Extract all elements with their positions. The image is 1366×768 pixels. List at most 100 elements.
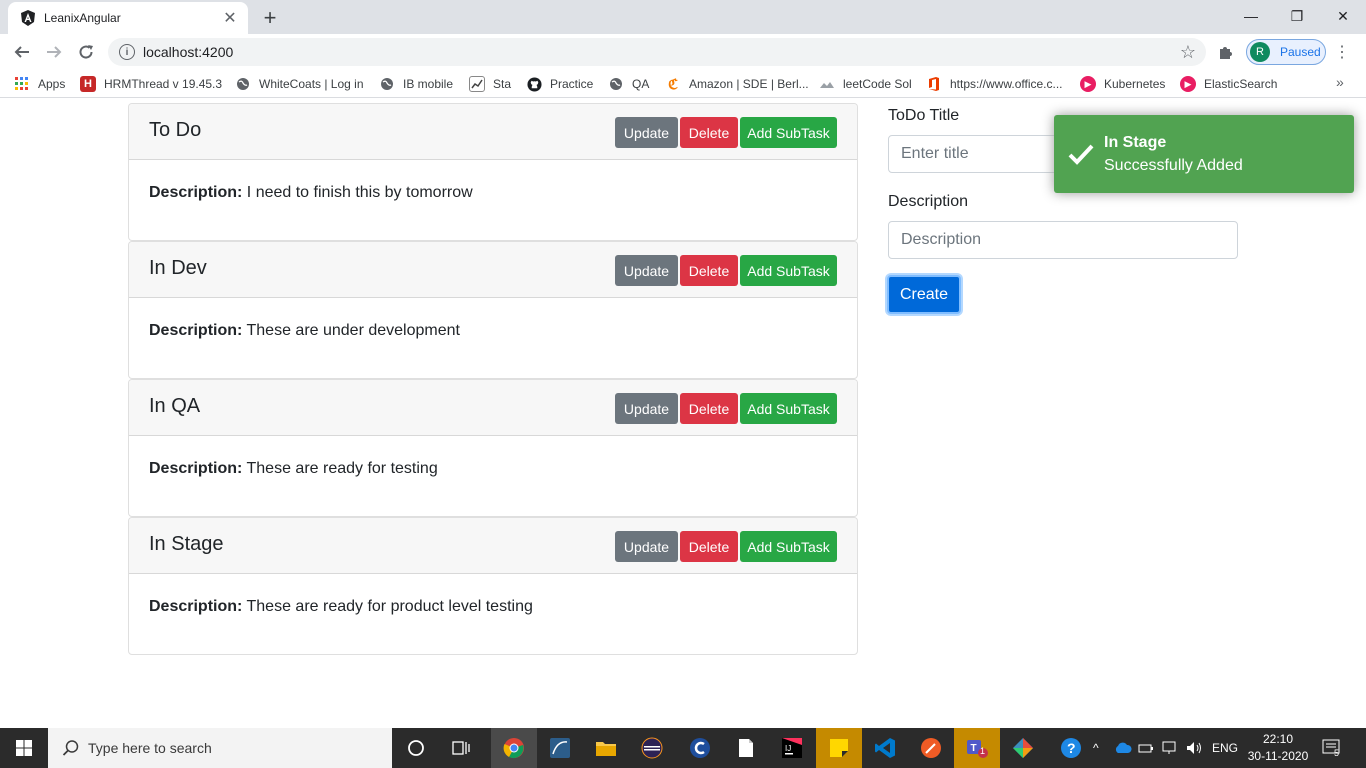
profile-button[interactable]: R Paused bbox=[1246, 39, 1326, 65]
bookmark-practice[interactable]: Practice bbox=[526, 74, 593, 94]
delete-button[interactable]: Delete bbox=[680, 117, 738, 148]
volume-icon[interactable] bbox=[1186, 728, 1204, 768]
browser-toolbar: i localhost:4200 ☆ R Paused ⋮ bbox=[0, 34, 1366, 70]
taskbar-eclipse[interactable] bbox=[629, 728, 675, 768]
back-button[interactable] bbox=[8, 38, 36, 66]
help-icon[interactable]: ? bbox=[1060, 728, 1082, 768]
tab-close-icon[interactable]: ✕ bbox=[220, 8, 240, 28]
bookmark-label: QA bbox=[632, 77, 650, 91]
forward-button[interactable] bbox=[40, 38, 68, 66]
network-icon[interactable] bbox=[1162, 728, 1180, 768]
close-window-button[interactable]: ✕ bbox=[1320, 0, 1366, 32]
create-button[interactable]: Create bbox=[887, 275, 961, 314]
taskbar-teams[interactable]: T 1 bbox=[954, 728, 1000, 768]
toast-title: In Stage bbox=[1104, 134, 1167, 151]
update-button[interactable]: Update bbox=[615, 117, 678, 148]
bookmark-label: IB mobile bbox=[403, 77, 454, 91]
taskbar-sticky-notes[interactable] bbox=[816, 728, 862, 768]
svg-text:IJ: IJ bbox=[785, 744, 791, 753]
start-button[interactable] bbox=[0, 728, 48, 768]
github-icon bbox=[526, 76, 542, 92]
notification-center-icon[interactable]: 5 bbox=[1322, 728, 1344, 768]
bookmark-office[interactable]: https://www.office.c... bbox=[926, 74, 1063, 94]
new-tab-button[interactable]: + bbox=[258, 5, 282, 30]
taskbar-git[interactable] bbox=[1000, 728, 1046, 768]
task-view-button[interactable] bbox=[439, 728, 485, 768]
browser-tab[interactable]: LeanixAngular ✕ bbox=[8, 2, 248, 34]
update-button[interactable]: Update bbox=[615, 531, 678, 562]
bookmarks-overflow-icon[interactable]: » bbox=[1336, 74, 1344, 90]
add-subtask-button[interactable]: Add SubTask bbox=[740, 117, 837, 148]
site-info-icon[interactable]: i bbox=[119, 44, 135, 60]
bookmark-elasticsearch[interactable]: ▶ ElasticSearch bbox=[1180, 74, 1277, 94]
cloud-icon bbox=[819, 76, 835, 92]
bookmark-label: HRMThread v 19.45.3 bbox=[104, 77, 223, 91]
bookmark-ib-mobile[interactable]: IB mobile bbox=[379, 74, 453, 94]
search-placeholder: Type here to search bbox=[88, 740, 212, 756]
url-text[interactable]: localhost:4200 bbox=[143, 44, 1180, 60]
extensions-puzzle-icon[interactable] bbox=[1216, 42, 1236, 62]
tray-chevron-up-icon[interactable]: ^ bbox=[1093, 728, 1099, 768]
card-description: Description: These are ready for product… bbox=[149, 598, 533, 616]
taskbar-notepad[interactable] bbox=[723, 728, 769, 768]
bookmark-label: Sta bbox=[493, 77, 512, 91]
bookmarks-bar: Apps H HRMThread v 19.45.3 WhiteCoats | … bbox=[0, 70, 1366, 98]
bookmark-whitecoats[interactable]: WhiteCoats | Log in bbox=[235, 74, 364, 94]
taskbar-vscode[interactable] bbox=[862, 728, 908, 768]
taskbar-sql-developer[interactable] bbox=[537, 728, 583, 768]
cortana-button[interactable] bbox=[393, 728, 439, 768]
toast-message: Successfully Added bbox=[1104, 157, 1243, 174]
description-text: These are under development bbox=[246, 322, 460, 339]
bookmark-sta[interactable]: Sta bbox=[469, 74, 511, 94]
bookmark-label: https://www.office.c... bbox=[950, 77, 1063, 91]
update-button[interactable]: Update bbox=[615, 255, 678, 286]
bookmark-star-icon[interactable]: ☆ bbox=[1180, 42, 1196, 63]
address-bar[interactable]: i localhost:4200 ☆ bbox=[108, 38, 1206, 66]
taskbar-chrome[interactable] bbox=[491, 728, 537, 768]
browser-menu-icon[interactable]: ⋮ bbox=[1334, 42, 1350, 62]
card-header: To Do Update Delete Add SubTask bbox=[129, 104, 857, 160]
vscode-icon bbox=[875, 738, 895, 758]
delete-button[interactable]: Delete bbox=[680, 255, 738, 286]
eclipse-icon bbox=[641, 737, 663, 759]
bookmark-amazon[interactable]: ℭ Amazon | SDE | Berl... bbox=[665, 74, 809, 94]
minimize-button[interactable]: — bbox=[1228, 0, 1274, 32]
office-icon bbox=[926, 76, 942, 92]
windows-logo-icon bbox=[16, 740, 32, 756]
taskbar-search[interactable]: Type here to search bbox=[48, 728, 392, 768]
add-subtask-button[interactable]: Add SubTask bbox=[740, 255, 837, 286]
taskbar-ccleaner[interactable] bbox=[677, 728, 723, 768]
description-label: Description bbox=[888, 193, 969, 210]
restore-button[interactable]: ❐ bbox=[1274, 0, 1320, 32]
chrome-icon bbox=[503, 738, 524, 759]
language-indicator[interactable]: ENG bbox=[1212, 728, 1238, 768]
bookmark-apps[interactable]: Apps bbox=[14, 74, 65, 94]
onedrive-icon[interactable] bbox=[1114, 728, 1132, 768]
svg-text:?: ? bbox=[1067, 740, 1076, 756]
bookmark-hrmthread[interactable]: H HRMThread v 19.45.3 bbox=[80, 74, 222, 94]
bookmark-leetcode[interactable]: leetCode Sol bbox=[819, 74, 912, 94]
card-description: Description: These are under development bbox=[149, 322, 460, 340]
add-subtask-button[interactable]: Add SubTask bbox=[740, 393, 837, 424]
success-toast[interactable]: In Stage Successfully Added bbox=[1054, 115, 1354, 193]
bookmark-qa[interactable]: QA bbox=[608, 74, 649, 94]
taskbar-intellij[interactable]: IJ bbox=[769, 728, 815, 768]
bookmark-label: Kubernetes bbox=[1104, 77, 1166, 91]
delete-button[interactable]: Delete bbox=[680, 531, 738, 562]
amazon-icon: ℭ bbox=[668, 75, 678, 92]
description-input[interactable] bbox=[888, 221, 1238, 259]
taskbar-file-explorer[interactable] bbox=[583, 728, 629, 768]
add-subtask-button[interactable]: Add SubTask bbox=[740, 531, 837, 562]
delete-button[interactable]: Delete bbox=[680, 393, 738, 424]
reload-icon bbox=[79, 45, 93, 59]
bookmark-label: leetCode Sol bbox=[843, 77, 912, 91]
power-icon[interactable] bbox=[1138, 728, 1154, 768]
globe-icon bbox=[379, 76, 395, 92]
forward-arrow-icon bbox=[47, 46, 62, 58]
update-button[interactable]: Update bbox=[615, 393, 678, 424]
task-card-in-dev: In Dev Update Delete Add SubTask Descrip… bbox=[128, 241, 858, 379]
reload-button[interactable] bbox=[72, 38, 100, 66]
bookmark-kubernetes[interactable]: ▶ Kubernetes bbox=[1080, 74, 1165, 94]
taskbar-postman[interactable] bbox=[908, 728, 954, 768]
system-clock[interactable]: 22:10 30-11-2020 bbox=[1246, 731, 1310, 765]
